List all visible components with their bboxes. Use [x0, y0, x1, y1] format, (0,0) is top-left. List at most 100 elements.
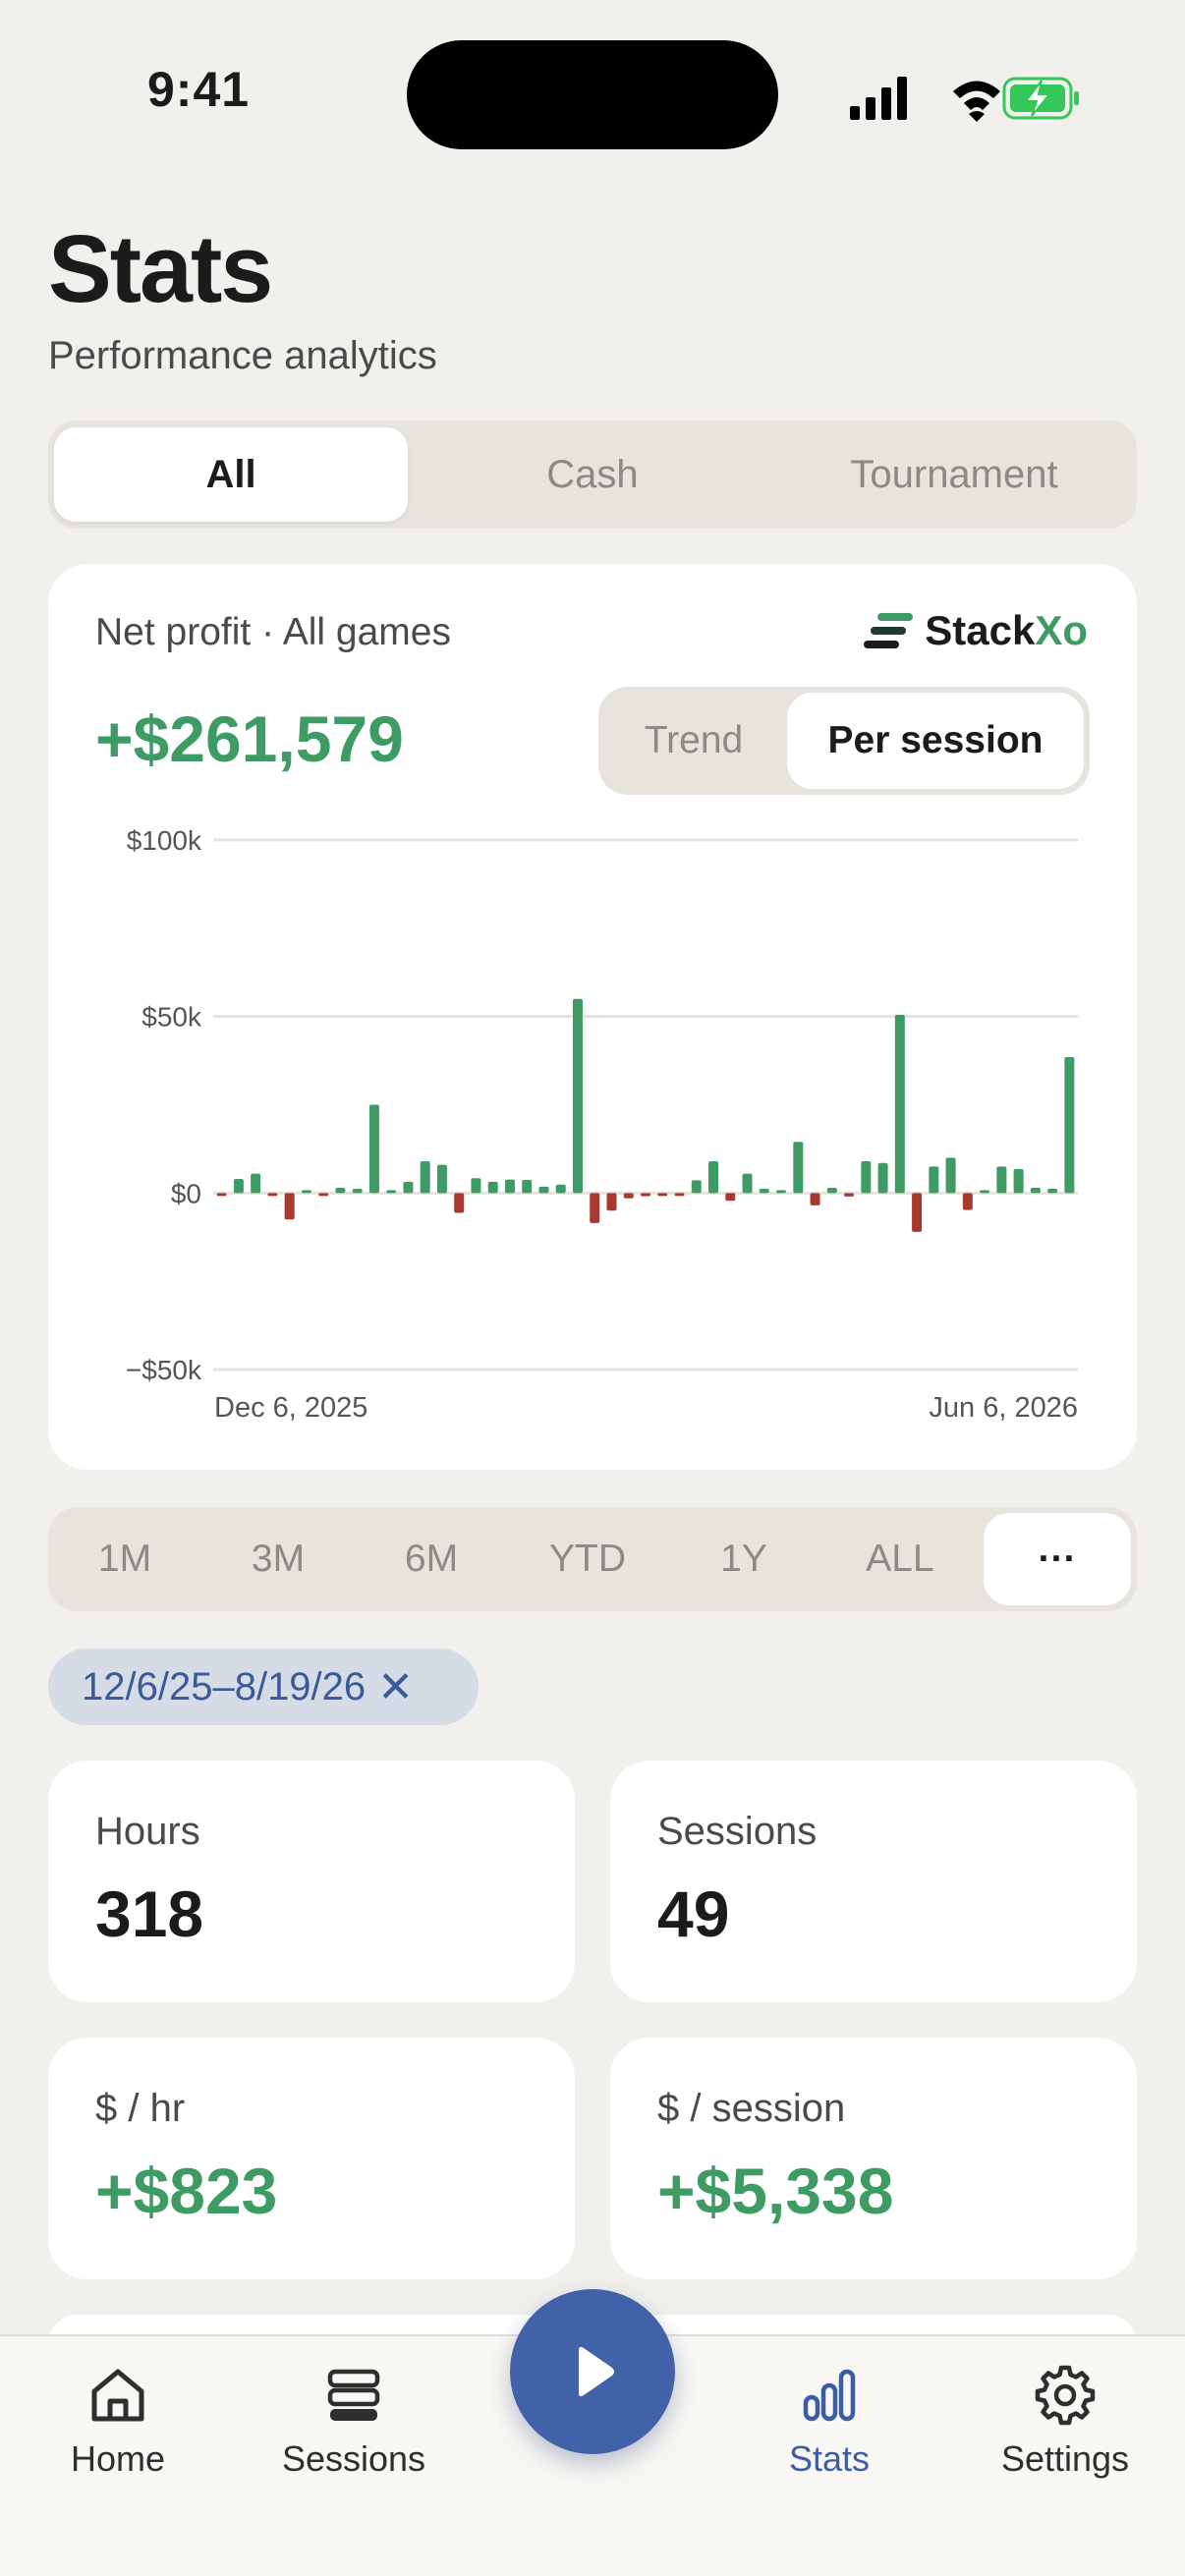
tab-home[interactable]: Home [20, 2364, 216, 2492]
chart-bar [708, 1160, 719, 1194]
chart-bar [1047, 1189, 1058, 1194]
chart-bar [335, 1187, 346, 1194]
range-all[interactable]: ALL [826, 1513, 974, 1605]
tab-label: Settings [1000, 2438, 1130, 2479]
chart-bar [877, 1162, 888, 1194]
chart-bar [590, 1193, 600, 1223]
chart-bar [301, 1190, 311, 1194]
signal-icon [850, 77, 907, 120]
dynamic-island [407, 40, 778, 149]
start-session-button[interactable] [510, 2289, 675, 2454]
chart-bar [742, 1173, 753, 1194]
y-tick-label: $100k [127, 825, 202, 856]
chart-bar [826, 1187, 837, 1194]
tab-label: Home [70, 2438, 166, 2479]
chart-bar [623, 1193, 634, 1199]
battery-charging-icon [1002, 77, 1079, 120]
chart-bar [1064, 1056, 1075, 1194]
tab-label: Sessions [281, 2438, 426, 2479]
chart-bar [793, 1142, 804, 1194]
chart-bar [929, 1166, 939, 1194]
segment-tournament[interactable]: Tournament [777, 427, 1131, 522]
chart-bar [962, 1193, 973, 1210]
stat-card-per-session: $ / session +$5,338 [610, 2038, 1137, 2279]
stack-icon [327, 2369, 380, 2421]
y-tick-label: −$50k [126, 1355, 202, 1385]
page-subtitle: Performance analytics [48, 334, 437, 377]
bar-chart-icon [803, 2369, 856, 2422]
chart-bar [776, 1190, 787, 1194]
y-tick-label: $50k [141, 1002, 202, 1033]
range-ytd[interactable]: YTD [514, 1513, 661, 1605]
chart-bar [691, 1180, 702, 1194]
chart-bar [436, 1164, 447, 1194]
chart-bar [368, 1104, 379, 1194]
stat-label: $ / session [657, 2087, 846, 2130]
chart-bar [912, 1193, 923, 1232]
chart-bar [522, 1180, 533, 1194]
stat-label: Sessions [657, 1810, 818, 1853]
x-tick-label: Jun 6, 2026 [929, 1392, 1078, 1424]
chart-bar [555, 1184, 566, 1194]
tab-sessions[interactable]: Sessions [255, 2364, 452, 2492]
gear-icon [1035, 2365, 1096, 2426]
tab-settings[interactable]: Settings [967, 2364, 1163, 2492]
chart-bar [267, 1193, 278, 1197]
chart-bar [810, 1193, 820, 1205]
range-3m[interactable]: 3M [207, 1513, 349, 1605]
chart-bar [538, 1186, 549, 1194]
chart-bar [487, 1181, 498, 1194]
date-range-chip[interactable]: 12/6/25–8/19/26 ✕ [48, 1649, 479, 1725]
page-title: Stats [48, 215, 273, 322]
chart-bar [352, 1189, 363, 1194]
chart-bar [471, 1178, 481, 1194]
chart-bar [861, 1160, 872, 1194]
chart-bar [318, 1193, 329, 1197]
stat-value: +$5,338 [657, 2155, 894, 2227]
chart-bar [420, 1160, 430, 1194]
chart-bar [657, 1193, 668, 1197]
chart-bar [641, 1193, 650, 1197]
status-bar: 9:41 [0, 0, 1185, 187]
chart-bar [504, 1179, 515, 1194]
chart-bar [233, 1178, 244, 1194]
chart-bar [759, 1189, 769, 1194]
segment-all[interactable]: All [54, 427, 408, 522]
stat-value: 318 [95, 1877, 204, 1950]
chart-bar [284, 1193, 295, 1220]
range-1y[interactable]: 1Y [673, 1513, 815, 1605]
range-6m[interactable]: 6M [361, 1513, 502, 1605]
chart-bar [980, 1190, 990, 1194]
per-session-bar-chart: $100k $50k $0 −$50k Dec 6, 2025 Jun 6, 2026 [126, 825, 1078, 1424]
segment-cash[interactable]: Cash [416, 427, 769, 522]
chart-bar [216, 1193, 227, 1197]
x-tick-label: Dec 6, 2025 [214, 1392, 367, 1424]
status-time: 9:41 [147, 62, 251, 117]
clear-date-range-icon[interactable]: ✕ [377, 1662, 414, 1712]
wifi-icon [953, 81, 1000, 122]
chart-bar [894, 1014, 905, 1194]
chart-bar [454, 1193, 465, 1213]
stat-label: $ / hr [95, 2087, 186, 2130]
chart-bar [386, 1190, 397, 1194]
net-profit-card: Net profit · All games Stack Xo +$261,579… [48, 564, 1137, 1470]
home-icon [91, 2369, 144, 2422]
stat-value: 49 [657, 1877, 730, 1950]
tab-stats[interactable]: Stats [731, 2364, 928, 2492]
chart-bar [572, 998, 583, 1194]
chart-bar [674, 1193, 685, 1197]
stat-card-sessions: Sessions 49 [610, 1761, 1137, 2002]
chart-bar [251, 1173, 261, 1194]
range-custom-button[interactable]: ··· [984, 1513, 1131, 1605]
chart-bar [606, 1193, 617, 1211]
stat-card-hours: Hours 318 [48, 1761, 575, 2002]
stat-card-per-hour: $ / hr +$823 [48, 2038, 575, 2279]
range-1m[interactable]: 1M [54, 1513, 196, 1605]
chart-bar [725, 1193, 736, 1202]
time-range-selector: 1M 3M 6M YTD 1Y ALL ··· [48, 1507, 1137, 1611]
chart-bar [844, 1193, 855, 1197]
game-type-segmented-control: All Cash Tournament [48, 420, 1137, 529]
status-icons [850, 77, 1079, 122]
chart-bar [1013, 1168, 1024, 1194]
stat-value: +$823 [95, 2155, 278, 2227]
